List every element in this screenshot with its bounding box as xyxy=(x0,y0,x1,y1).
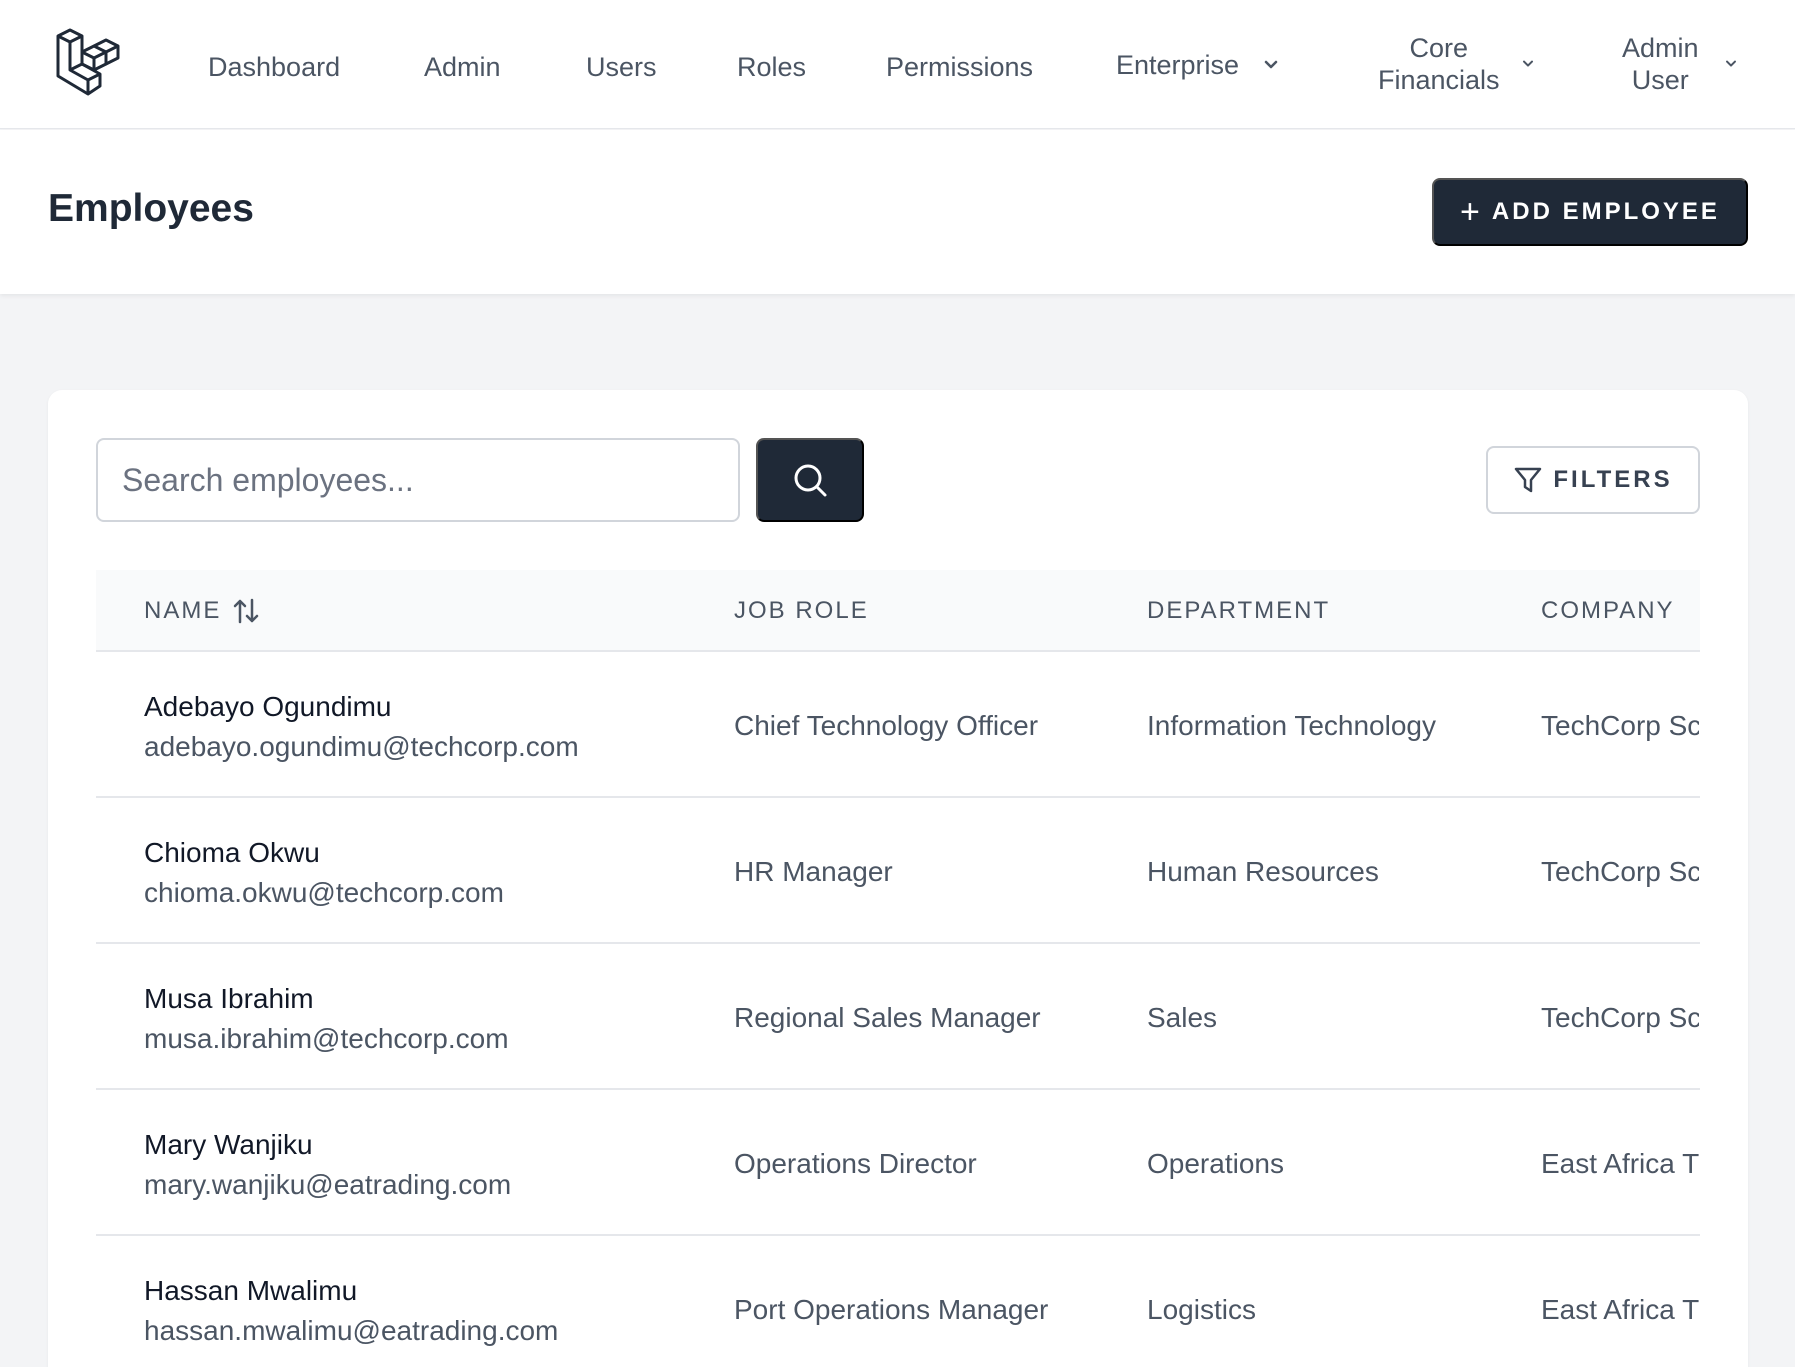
employee-email: mary.wanjiku@eatrading.com xyxy=(144,1169,512,1200)
employee-name: Mary Wanjiku xyxy=(144,1129,313,1160)
table-row[interactable]: Musa Ibrahim musa.ibrahim@techcorp.com R… xyxy=(96,944,1700,1090)
nav-roles-link[interactable]: Roles xyxy=(737,51,806,83)
nav-core-financials-line2: Financials xyxy=(1378,65,1500,95)
table-row[interactable]: Adebayo Ogundimu adebayo.ogundimu@techco… xyxy=(96,652,1700,798)
chevron-down-icon xyxy=(1725,60,1736,67)
table-row[interactable]: Mary Wanjiku mary.wanjiku@eatrading.com … xyxy=(96,1090,1700,1236)
employee-email: hassan.mwalimu@eatrading.com xyxy=(144,1315,559,1346)
column-header-job-role: JOB ROLE xyxy=(734,597,869,624)
employee-department: Operations xyxy=(1147,1148,1284,1179)
plus-icon: + xyxy=(1460,193,1480,231)
employee-job-role: HR Manager xyxy=(734,856,893,887)
employee-name: Chioma Okwu xyxy=(144,837,320,868)
add-employee-button[interactable]: + ADD EMPLOYEE xyxy=(1432,178,1748,246)
page-title: Employees xyxy=(48,187,254,230)
search-button[interactable] xyxy=(756,438,864,522)
page-header: Employees + ADD EMPLOYEE xyxy=(0,130,1795,294)
filter-icon xyxy=(1515,467,1542,493)
table-row[interactable]: Hassan Mwalimu hassan.mwalimu@eatrading.… xyxy=(96,1236,1700,1367)
employee-job-role: Regional Sales Manager xyxy=(734,1002,1041,1033)
employee-company: TechCorp Sc xyxy=(1541,856,1699,887)
user-menu-line1: Admin xyxy=(1622,33,1699,63)
nav-core-financials-line1: Core xyxy=(1409,33,1469,63)
column-header-name[interactable]: NAME xyxy=(144,596,261,626)
nav-enterprise-label: Enterprise xyxy=(1116,50,1240,80)
employee-job-role: Operations Director xyxy=(734,1148,977,1179)
user-menu-line2: User xyxy=(1631,65,1689,95)
column-header-company: COMPANY xyxy=(1541,597,1675,624)
nav-core-financials-dropdown[interactable]: Core Financials xyxy=(1378,32,1536,96)
employee-name: Hassan Mwalimu xyxy=(144,1275,358,1306)
filters-label: FILTERS xyxy=(1553,466,1673,493)
employee-company: East Africa T xyxy=(1541,1148,1699,1179)
nav-admin-link[interactable]: Admin xyxy=(424,51,501,83)
employee-name: Musa Ibrahim xyxy=(144,983,314,1014)
employee-department: Human Resources xyxy=(1147,856,1379,887)
employee-department: Logistics xyxy=(1147,1294,1256,1325)
employee-job-role: Port Operations Manager xyxy=(734,1294,1049,1325)
column-header-name-label: NAME xyxy=(144,597,222,624)
table-row[interactable]: Chioma Okwu chioma.okwu@techcorp.com HR … xyxy=(96,798,1700,944)
sort-arrows-icon[interactable] xyxy=(231,596,261,626)
employee-company: TechCorp Sc xyxy=(1541,710,1699,741)
employees-card: FILTERS NAME JOB ROLE DEPARTMENT COMPANY… xyxy=(48,390,1748,1367)
employee-job-role: Chief Technology Officer xyxy=(734,710,1039,741)
add-employee-label: ADD EMPLOYEE xyxy=(1491,198,1720,225)
top-navigation: Dashboard Admin Users Roles Permissions … xyxy=(0,0,1795,129)
employee-email: chioma.okwu@techcorp.com xyxy=(144,877,504,908)
chevron-down-icon xyxy=(1264,60,1278,69)
employee-email: musa.ibrahim@techcorp.com xyxy=(144,1023,509,1054)
nav-permissions-link[interactable]: Permissions xyxy=(886,51,1033,83)
column-header-department: DEPARTMENT xyxy=(1147,597,1331,624)
filters-button[interactable]: FILTERS xyxy=(1486,446,1700,514)
employee-department: Sales xyxy=(1147,1002,1218,1033)
table-header: NAME JOB ROLE DEPARTMENT COMPANY xyxy=(96,570,1700,652)
employee-email: adebayo.ogundimu@techcorp.com xyxy=(144,731,579,762)
user-menu-dropdown[interactable]: Admin User xyxy=(1622,32,1739,96)
chevron-down-icon xyxy=(1522,60,1533,67)
search-icon xyxy=(794,464,827,497)
employee-company: East Africa T xyxy=(1541,1294,1699,1325)
employee-department: Information Technology xyxy=(1147,710,1436,741)
nav-dashboard-link[interactable]: Dashboard xyxy=(208,51,340,83)
nav-users-link[interactable]: Users xyxy=(586,51,657,83)
search-input[interactable] xyxy=(96,438,740,522)
nav-enterprise-dropdown[interactable]: Enterprise xyxy=(1116,49,1281,81)
employees-table: NAME JOB ROLE DEPARTMENT COMPANY Adebayo… xyxy=(96,570,1700,1367)
employee-name: Adebayo Ogundimu xyxy=(144,691,392,722)
laravel-logo-icon[interactable] xyxy=(52,28,122,98)
employee-company: TechCorp Sc xyxy=(1541,1002,1699,1033)
